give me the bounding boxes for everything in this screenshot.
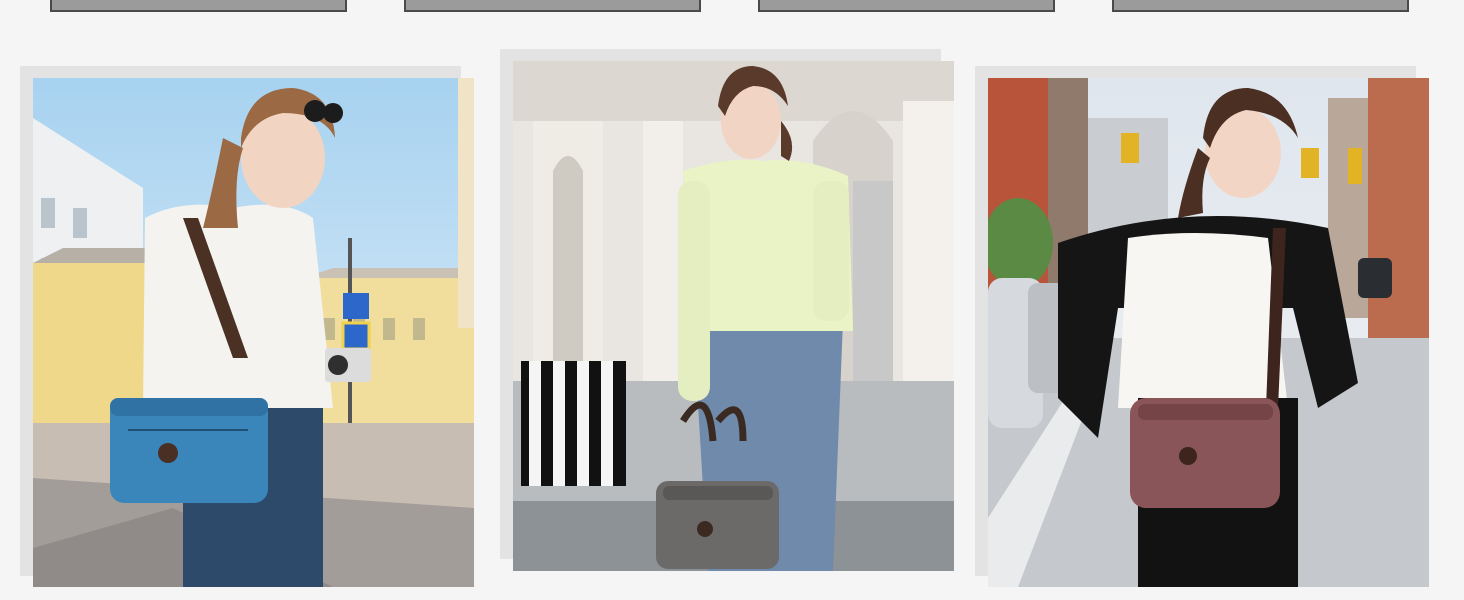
tab-3[interactable]: [758, 0, 1055, 12]
product-photo-grey-bag: [513, 61, 954, 571]
photo-3-illustration: [988, 78, 1429, 587]
product-photo-burgundy-bag: [988, 78, 1429, 587]
tab-1[interactable]: [50, 0, 347, 12]
product-photo-blue-bag: [33, 78, 474, 587]
photo-2-illustration: [513, 61, 954, 571]
tab-4[interactable]: [1112, 0, 1409, 12]
tab-2[interactable]: [404, 0, 701, 12]
photo-1-illustration: [33, 78, 474, 587]
